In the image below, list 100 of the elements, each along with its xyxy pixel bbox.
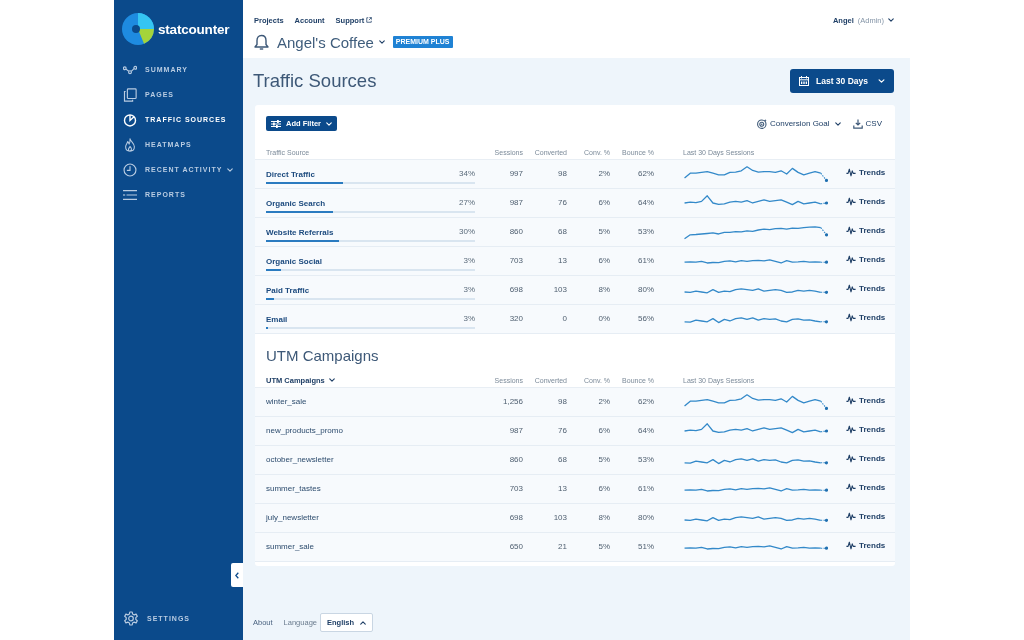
- table-cell: 860: [509, 227, 523, 237]
- pulse-icon: [846, 197, 856, 206]
- table-cell: 68: [558, 455, 567, 465]
- collapse-sidebar-button[interactable]: [231, 563, 243, 587]
- table-cell: 98: [558, 169, 567, 179]
- trends-link[interactable]: Trends: [846, 396, 886, 405]
- table-cell: 34%: [459, 169, 475, 179]
- flame-icon: [123, 137, 137, 152]
- table-cell: 6%: [598, 198, 610, 208]
- table-cell: 0%: [598, 314, 610, 324]
- chevron-down-icon: [834, 121, 841, 126]
- trends-link[interactable]: Trends: [846, 255, 886, 264]
- table-cell: 62%: [638, 397, 654, 407]
- conversion-goal-dropdown[interactable]: Conversion Goal: [756, 118, 841, 129]
- trends-link[interactable]: Trends: [846, 541, 886, 550]
- table-cell-text: winter_sale: [266, 397, 308, 407]
- table-cell: 21: [558, 542, 567, 552]
- table-cell: 68: [558, 227, 567, 237]
- source-link[interactable]: Paid Traffic: [266, 285, 310, 295]
- table-cell: 3%: [463, 285, 475, 295]
- pulse-icon: [846, 541, 856, 550]
- sliders-icon: [271, 119, 281, 128]
- table-cell: 703: [509, 484, 523, 494]
- table-cell: 320: [509, 314, 523, 324]
- chevron-up-icon: [360, 620, 367, 625]
- table-cell: 8%: [598, 285, 610, 295]
- table-cell: 698: [509, 513, 523, 523]
- trends-link[interactable]: Trends: [846, 483, 886, 492]
- pulse-icon: [846, 313, 856, 322]
- section-title: UTM Campaigns: [266, 346, 380, 366]
- bell-icon[interactable]: [254, 33, 269, 51]
- table-cell-text: summer_sale: [266, 542, 315, 552]
- table-cell: 1,256: [502, 397, 523, 407]
- pulse-icon: [846, 483, 856, 492]
- list-icon: [123, 187, 137, 202]
- table-cell: 13: [558, 484, 567, 494]
- source-link[interactable]: Website Referrals: [266, 227, 334, 237]
- table-cell: 30%: [459, 227, 475, 237]
- pulse-icon: [846, 512, 856, 521]
- table-cell: 0: [562, 314, 567, 324]
- chevron-down-icon: [878, 79, 885, 83]
- chevron-down-icon: [888, 18, 894, 22]
- trends-link[interactable]: Trends: [846, 226, 886, 235]
- trends-link[interactable]: Trends: [846, 425, 886, 434]
- chevron-down-icon: [328, 378, 335, 382]
- logo-text: statcounter: [158, 21, 230, 37]
- source-link[interactable]: Direct Traffic: [266, 169, 315, 179]
- table-cell-text: october_newsletter: [266, 455, 335, 465]
- download-icon: [852, 118, 863, 129]
- table-cell: 64%: [638, 198, 654, 208]
- pulse-icon: [846, 425, 856, 434]
- table-cell: 6%: [598, 484, 610, 494]
- table-cell: 2%: [598, 169, 610, 179]
- target-icon: [756, 118, 767, 129]
- chevron-left-icon: [235, 571, 239, 579]
- source-link[interactable]: Email: [266, 314, 288, 324]
- table-cell: 2%: [598, 397, 610, 407]
- csv-download-button[interactable]: CSV: [852, 118, 882, 129]
- table-cell: 13: [558, 256, 567, 266]
- table-cell: 56%: [638, 314, 654, 324]
- trends-link[interactable]: Trends: [846, 284, 886, 293]
- pulse-icon: [846, 226, 856, 235]
- date-range-dropdown[interactable]: Last 30 Days: [790, 69, 894, 93]
- project-dropdown[interactable]: Angel's Coffee: [277, 33, 385, 51]
- table-cell: 64%: [638, 426, 654, 436]
- chevron-down-icon: [378, 40, 385, 44]
- pulse-icon: [846, 284, 856, 293]
- settings-icon: [123, 610, 139, 627]
- table-cell-text: july_newsletter: [266, 513, 320, 523]
- trends-link[interactable]: Trends: [846, 197, 886, 206]
- table-cell: 997: [509, 169, 523, 179]
- trends-link[interactable]: Trends: [846, 313, 886, 322]
- table-cell: 987: [509, 198, 523, 208]
- table-cell: 53%: [638, 227, 654, 237]
- chevron-down-icon: [326, 121, 332, 126]
- table-cell: 98: [558, 397, 567, 407]
- page-title: Traffic Sources: [253, 70, 377, 92]
- calendar-icon: [799, 76, 809, 86]
- source-link[interactable]: Organic Social: [266, 256, 323, 266]
- table-cell: 53%: [638, 455, 654, 465]
- trends-link[interactable]: Trends: [846, 512, 886, 521]
- trends-link[interactable]: Trends: [846, 168, 886, 177]
- table-cell: 6%: [598, 256, 610, 266]
- table-cell: 27%: [459, 198, 475, 208]
- pulse-icon: [846, 168, 856, 177]
- source-link[interactable]: Organic Search: [266, 198, 326, 208]
- table-cell: 5%: [598, 227, 610, 237]
- table-cell: 698: [509, 285, 523, 295]
- trends-link[interactable]: Trends: [846, 454, 886, 463]
- pulse-icon: [846, 396, 856, 405]
- pie-chart-icon: [123, 112, 137, 127]
- table-cell: 61%: [638, 256, 654, 266]
- table-cell: 860: [509, 455, 523, 465]
- table-cell: 51%: [638, 542, 654, 552]
- table-cell: 62%: [638, 169, 654, 179]
- table-cell: 103: [553, 513, 567, 523]
- table-cell: 3%: [463, 256, 475, 266]
- pages-icon: [123, 87, 137, 102]
- pulse-icon: [846, 255, 856, 264]
- table-cell: 650: [509, 542, 523, 552]
